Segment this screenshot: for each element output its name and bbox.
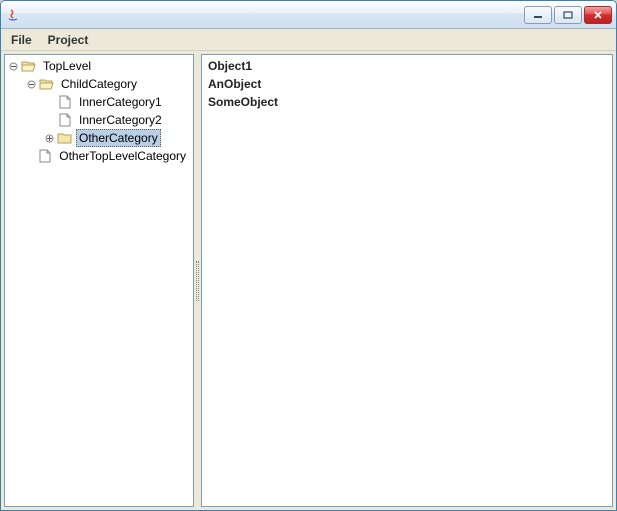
file-icon [37,149,53,163]
tree-node-label: ChildCategory [58,75,140,93]
file-icon [57,95,73,109]
tree-node[interactable]: TopLevel [5,57,193,75]
folder-open-icon [39,77,55,91]
tree-panel[interactable]: TopLevelChildCategoryInnerCategory1Inner… [4,54,194,507]
collapse-icon[interactable] [27,80,36,89]
menu-project[interactable]: Project [40,30,97,50]
tree-node[interactable]: InnerCategory1 [5,93,193,111]
list-panel[interactable]: Object1AnObjectSomeObject [201,54,613,507]
menubar: File Project [1,29,616,51]
list-item[interactable]: SomeObject [206,93,608,111]
toggle-spacer [45,116,54,125]
list-item[interactable]: AnObject [206,75,608,93]
maximize-button[interactable] [554,6,582,24]
tree-node-label: OtherCategory [76,129,161,147]
toggle-spacer [25,152,34,161]
file-icon [57,113,73,127]
tree-node-label: OtherTopLevelCategory [56,147,189,165]
tree-node-label: InnerCategory2 [76,111,165,129]
close-button[interactable] [584,6,612,24]
folder-open-icon [21,59,37,73]
tree-node[interactable]: OtherTopLevelCategory [5,147,193,165]
split-pane-divider[interactable] [194,54,201,507]
tree-node-label: TopLevel [40,57,94,75]
folder-icon [57,131,73,145]
tree-node-label: InnerCategory1 [76,93,165,111]
expand-icon[interactable] [45,134,54,143]
minimize-button[interactable] [524,6,552,24]
content-area: TopLevelChildCategoryInnerCategory1Inner… [1,51,616,510]
toggle-spacer [45,98,54,107]
list-item[interactable]: Object1 [206,57,608,75]
tree-node[interactable]: ChildCategory [5,75,193,93]
tree-node[interactable]: InnerCategory2 [5,111,193,129]
menu-file[interactable]: File [3,30,40,50]
tree-node[interactable]: OtherCategory [5,129,193,147]
collapse-icon[interactable] [9,62,18,71]
titlebar[interactable] [1,1,616,29]
app-window: File Project TopLevelChildCategoryInnerC… [0,0,617,511]
java-icon [5,7,21,23]
